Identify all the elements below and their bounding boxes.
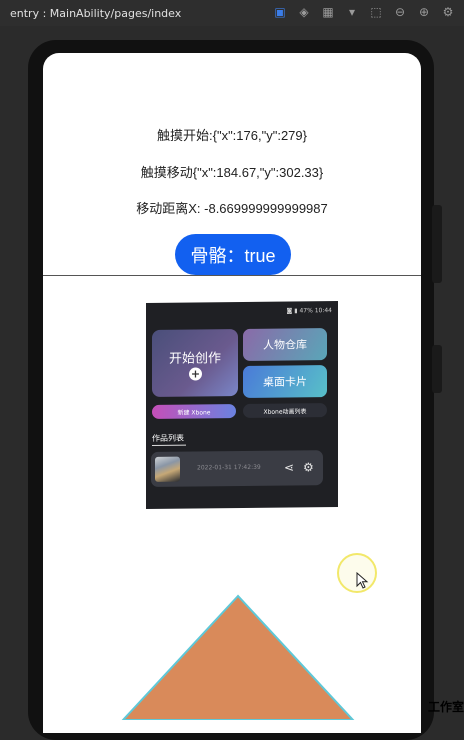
embedded-app-screenshot: ◙ ▮ 47% 10:44 开始创作 + 人物仓库 桌面卡片 新建 Xbone … [146, 300, 338, 510]
touch-move-text: 触摸移动{"x":184.67,"y":302.33} [140, 165, 324, 180]
zoom-out-icon[interactable]: ⊖ [392, 4, 408, 20]
work-thumbnail [155, 456, 180, 482]
triangle-shape [121, 594, 355, 720]
preview-toolbar: ▣ ◈ ▦ ▾ ⬚ ⊖ ⊕ ⚙ [272, 4, 456, 20]
device-icon[interactable]: ▣ [272, 4, 288, 20]
zoom-in-icon[interactable]: ⊕ [416, 4, 432, 20]
xbone-anim-list-label: Xbone动画列表 [263, 407, 307, 416]
grid-icon[interactable]: ▦ [320, 4, 336, 20]
plus-icon: + [189, 367, 202, 381]
new-xbone-label: 新建 Xbone [177, 408, 211, 417]
share-icon[interactable]: ⋖ [284, 460, 294, 474]
cursor-arrow-icon [356, 572, 369, 589]
chevron-down-icon[interactable]: ▾ [344, 4, 360, 20]
works-list-underline [152, 444, 186, 446]
desktop-card-card[interactable]: 桌面卡片 [243, 365, 327, 398]
character-warehouse-label: 人物仓库 [263, 338, 307, 352]
watermark: 工作室 [427, 700, 464, 714]
work-list-item[interactable]: 2022-01-31 17:42:39 ⋖ ⚙ [151, 450, 323, 487]
new-xbone-button[interactable]: 新建 Xbone [152, 404, 236, 419]
ide-title-bar: entry : MainAbility/pages/index ▣ ◈ ▦ ▾ … [0, 0, 464, 26]
desktop-card-label: 桌面卡片 [263, 375, 307, 389]
gear-icon[interactable]: ⚙ [303, 460, 314, 474]
page-path: entry : MainAbility/pages/index [10, 6, 182, 20]
touch-start-text: 触摸开始:{"x":176,"y":279} [157, 128, 307, 143]
layers-icon[interactable]: ◈ [296, 4, 312, 20]
fit-icon[interactable]: ⬚ [368, 4, 384, 20]
power-button [432, 345, 442, 393]
status-bar: ◙ ▮ 47% 10:44 [286, 306, 332, 315]
work-date: 2022-01-31 17:42:39 [197, 463, 261, 472]
start-create-card[interactable]: 开始创作 + [152, 329, 238, 397]
xbone-anim-list-button[interactable]: Xbone动画列表 [243, 403, 327, 418]
move-distance-text: 移动距离X: -8.669999999999987 [136, 201, 328, 216]
triangle-polygon [121, 594, 355, 720]
start-create-label: 开始创作 [168, 351, 221, 367]
settings-icon[interactable]: ⚙ [440, 4, 456, 20]
divider [43, 275, 421, 276]
volume-button [432, 205, 442, 283]
character-warehouse-card[interactable]: 人物仓库 [243, 328, 327, 361]
works-list-title: 作品列表 [152, 433, 184, 443]
bone-toggle-button[interactable]: 骨骼：true [175, 234, 291, 275]
